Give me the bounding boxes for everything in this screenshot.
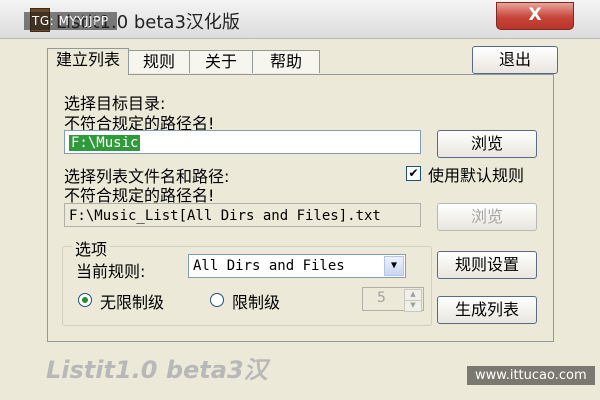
rule-settings-button[interactable]: 规则设置 (437, 251, 537, 279)
current-rule-label: 当前规则: (76, 262, 146, 281)
tab-rules[interactable]: 规则 (128, 50, 190, 73)
level-value: 5 (377, 290, 386, 306)
watermark-top-left: TG: MYYJJPP (24, 12, 117, 30)
default-rule-label: 使用默认规则 (428, 166, 525, 185)
default-rule-checkbox[interactable]: ✔ (406, 166, 421, 181)
unlimited-radio[interactable] (78, 293, 92, 307)
target-dir-value: F:\Music (69, 135, 141, 151)
generate-list-button[interactable]: 生成列表 (437, 296, 537, 324)
app-window: Listit1.0 beta3汉化版 X TG: MYYJJPP 建立列表 规则… (0, 0, 600, 400)
current-rule-value: All Dirs and Files (193, 258, 345, 274)
options-group-title: 选项 (72, 236, 111, 260)
spin-down-icon[interactable]: ▼ (404, 300, 422, 312)
exit-button[interactable]: 退出 (472, 46, 558, 74)
browse-target-button[interactable]: 浏览 (437, 130, 537, 158)
tab-help[interactable]: 帮助 (252, 50, 320, 73)
tab-build-list[interactable]: 建立列表 (47, 48, 129, 75)
browse-list-button[interactable]: 浏览 (437, 203, 537, 231)
tab-about[interactable]: 关于 (189, 50, 253, 73)
target-dir-input[interactable]: F:\Music (64, 130, 421, 154)
watermark-bottom-right: www.ittucao.com (467, 366, 595, 385)
unlimited-label: 无限制级 (100, 293, 165, 312)
current-rule-select[interactable]: All Dirs and Files ▼ (188, 254, 406, 278)
list-file-input[interactable]: F:\Music_List[All Dirs and Files].txt (64, 203, 421, 227)
chevron-down-icon[interactable]: ▼ (384, 256, 404, 276)
limited-label: 限制级 (232, 293, 281, 312)
footer-caption: Listit1.0 beta3汉 (46, 356, 268, 384)
level-spinner[interactable]: 5 ▲ ▼ (362, 287, 424, 312)
close-button[interactable]: X (496, 2, 574, 30)
limited-radio[interactable] (210, 293, 224, 307)
